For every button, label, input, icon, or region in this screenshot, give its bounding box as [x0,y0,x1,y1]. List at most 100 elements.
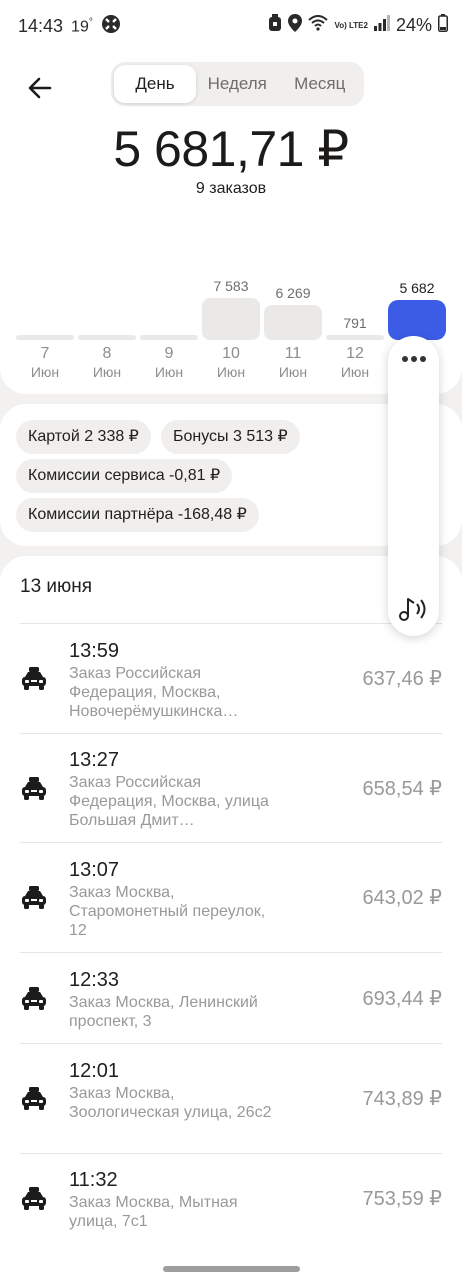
signal-icon [373,15,390,36]
chart-day-month: Июн [340,364,370,380]
battery-icon [438,14,448,37]
status-temperature-value: 19 [71,18,89,36]
chip-service-fee[interactable]: Комиссии сервиса -0,81 ₽ [16,459,233,493]
chart-column [16,260,74,340]
divider [20,623,442,624]
chart-column: 6 269 [264,260,322,340]
chart-bar[interactable] [16,335,74,340]
chart-bar[interactable] [264,305,322,340]
back-button[interactable] [22,70,58,106]
chart-column: 791 [326,260,384,340]
chart-value-label: 7 583 [213,278,249,294]
taxi-car-icon [20,665,48,693]
total-earnings: 5 681,71 ₽ [113,121,349,177]
order-address: Заказ Москва, Старомонетный переулок, 12 [69,884,266,939]
chart-day-label: 12 Июн [326,344,384,382]
chart-day-month: Июн [216,364,246,380]
chart-bar[interactable] [78,335,136,340]
tab-day[interactable]: День [114,65,196,103]
battery-percent: 24% [395,15,432,35]
chart-day-number: 7 [40,345,50,362]
taxi-car-icon [20,884,48,912]
chart-bar[interactable] [388,300,446,340]
wifi-icon [308,15,329,36]
divider [20,952,442,953]
status-bar-left: 14:43 19° [18,14,121,39]
chart-day-number: 11 [284,345,302,362]
alarm-icon [268,14,282,37]
order-time: 13:59 [69,640,120,662]
order-address: Заказ Российская Федерация, Москва, Ново… [69,665,239,720]
divider [20,733,442,734]
divider [20,1153,442,1154]
chip-bonuses[interactable]: Бонусы 3 513 ₽ [161,420,300,454]
chart-column: 5 682 [388,260,446,340]
orders-date-heading: 13 июня [20,576,93,597]
chart-value-label: 5 682 [399,280,435,296]
chart-day-labels: 7Июн8Июн9Июн10Июн11Июн12Июн13Июн [16,344,446,384]
order-time: 12:01 [69,1060,120,1082]
order-price: 693,44 ₽ [362,988,442,1010]
order-address: Заказ Российская Федерация, Москва, улиц… [69,774,269,829]
chart-value-label: 791 [343,315,367,331]
order-price: 753,59 ₽ [362,1188,442,1210]
more-options-icon[interactable] [388,350,439,368]
divider [20,1043,442,1044]
orders-list-card: 13 июня 13:59 Заказ Российская Федерация,… [0,556,462,1280]
order-address: Заказ Москва, Зоологическая улица, 26с2 [69,1085,272,1121]
order-row[interactable]: 13:07 Заказ Москва, Старомонетный переуло… [0,842,462,952]
daily-earnings-chart: 7 583 6 269 791 5 682 [16,260,446,340]
chart-day-label: 9 Июн [140,344,198,382]
chart-day-month: Июн [30,364,60,380]
chart-day-number: 10 [222,345,240,362]
order-price: 637,46 ₽ [362,668,442,690]
chart-day-label: 8 Июн [78,344,136,382]
earnings-summary-card: День Неделя Месяц 5 681,71 ₽ 9 заказов 7… [0,52,462,394]
tab-month[interactable]: Месяц [279,65,362,103]
order-price: 643,02 ₽ [362,887,442,909]
order-time: 13:27 [69,749,120,771]
chart-bar[interactable] [202,298,260,340]
status-bar-right: Vo) LTE2 24% [268,14,448,37]
period-switcher: День Неделя Месяц [111,62,364,106]
arrow-left-icon [28,77,52,99]
chart-day-number: 9 [164,345,174,362]
tab-week[interactable]: Неделя [196,65,279,103]
chart-day-label: 11 Июн [264,344,322,382]
chart-day-number: 12 [346,345,364,362]
order-price: 743,89 ₽ [362,1088,442,1110]
volte-indicator: Vo) LTE2 [334,20,368,30]
taxi-car-icon [20,1085,48,1113]
order-time: 13:07 [69,859,120,881]
order-row[interactable]: 12:33 Заказ Москва, Ленинский проспект, 3… [0,952,462,1043]
location-icon [288,14,303,37]
order-address: Заказ Москва, Мытная улица, 7с1 [69,1194,238,1230]
taxi-car-icon [20,775,48,803]
home-indicator[interactable] [163,1266,300,1272]
divider [20,842,442,843]
order-row[interactable]: 13:59 Заказ Российская Федерация, Москва,… [0,623,462,733]
order-time: 12:33 [69,969,120,991]
chart-day-month: Июн [154,364,184,380]
taxi-car-icon [20,985,48,1013]
chart-day-month: Июн [278,364,308,380]
order-price: 658,54 ₽ [362,778,442,800]
chip-partner-fee[interactable]: Комиссии партнёра -168,48 ₽ [16,498,259,532]
order-time: 11:32 [69,1169,118,1191]
order-row[interactable]: 11:32 Заказ Москва, Мытная улица, 7с1 753,… [0,1153,462,1243]
chart-day-month: Июн [92,364,122,380]
chart-column [140,260,198,340]
chart-bar[interactable] [140,335,198,340]
order-row[interactable]: 12:01 Заказ Москва, Зоологическая улица, … [0,1043,462,1153]
chart-day-label: 7 Июн [16,344,74,382]
chart-value-label: 6 269 [275,285,311,301]
chart-day-label: 10 Июн [202,344,260,382]
status-temperature: 19° [71,17,93,36]
order-address: Заказ Москва, Ленинский проспект, 3 [69,994,258,1030]
chart-bar[interactable] [326,335,384,340]
status-temperature-unit: ° [88,16,93,28]
order-row[interactable]: 13:27 Заказ Российская Федерация, Москва,… [0,733,462,842]
chip-card-payment[interactable]: Картой 2 338 ₽ [16,420,151,454]
chart-column: 7 583 [202,260,260,340]
music-sound-icon[interactable] [397,594,431,624]
